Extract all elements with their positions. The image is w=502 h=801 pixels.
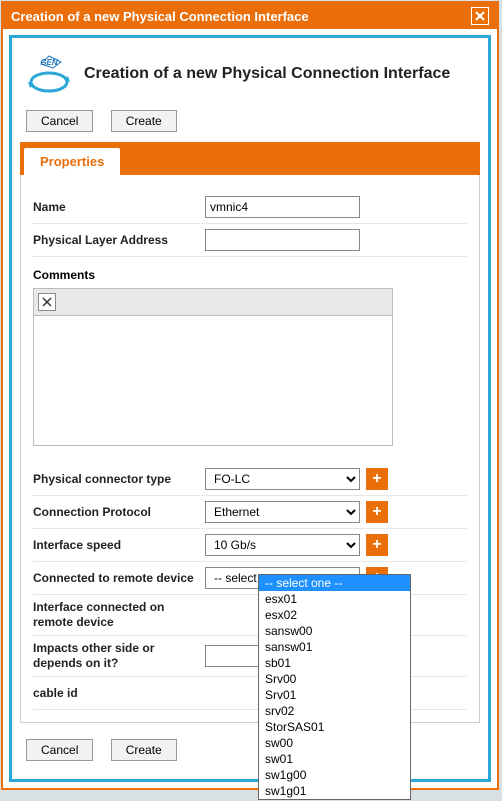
- rte-toolbar: [33, 288, 393, 316]
- row-protocol: Connection Protocol Ethernet +: [33, 496, 467, 529]
- cancel-button[interactable]: Cancel: [26, 110, 93, 132]
- dialog-title-text: Creation of a new Physical Connection In…: [11, 9, 309, 24]
- protocol-add-button[interactable]: +: [366, 501, 388, 523]
- remote-interface-label: Interface connected on remote device: [33, 600, 205, 630]
- dropdown-option[interactable]: sw00: [259, 735, 410, 751]
- dropdown-option[interactable]: srv02: [259, 703, 410, 719]
- page-title: Creation of a new Physical Connection In…: [84, 65, 450, 83]
- remote-device-dropdown[interactable]: -- select one --esx01esx02sansw00sansw01…: [258, 574, 411, 800]
- dropdown-option[interactable]: sb01: [259, 655, 410, 671]
- row-connector: Physical connector type FO-LC +: [33, 463, 467, 496]
- protocol-label: Connection Protocol: [33, 505, 205, 520]
- dropdown-option[interactable]: StorSAS01: [259, 719, 410, 735]
- tab-bar: Properties: [20, 142, 480, 175]
- comments-textarea[interactable]: [33, 316, 393, 446]
- connector-label: Physical connector type: [33, 472, 205, 487]
- button-row-top: Cancel Create: [26, 110, 480, 132]
- dropdown-option[interactable]: esx02: [259, 607, 410, 623]
- protocol-select[interactable]: Ethernet: [205, 501, 360, 523]
- svg-text:GEN: GEN: [40, 58, 58, 67]
- connector-select[interactable]: FO-LC: [205, 468, 360, 490]
- speed-select[interactable]: 10 Gb/s: [205, 534, 360, 556]
- cable-label: cable id: [33, 686, 205, 701]
- header: GEN Creation of a new Physical Connectio…: [26, 54, 476, 94]
- connector-add-button[interactable]: +: [366, 468, 388, 490]
- pla-input[interactable]: [205, 229, 360, 251]
- dialog: Creation of a new Physical Connection In…: [1, 1, 499, 790]
- dialog-titlebar: Creation of a new Physical Connection In…: [3, 3, 497, 29]
- dropdown-option[interactable]: sw1g01: [259, 783, 410, 799]
- name-label: Name: [33, 200, 205, 215]
- close-icon[interactable]: [471, 7, 489, 25]
- button-row-bottom: Cancel Create: [26, 739, 480, 761]
- speed-label: Interface speed: [33, 538, 205, 553]
- remote-device-label: Connected to remote device: [33, 571, 205, 586]
- row-pla: Physical Layer Address: [33, 224, 467, 257]
- row-speed: Interface speed 10 Gb/s +: [33, 529, 467, 562]
- dropdown-option[interactable]: -- select one --: [259, 575, 410, 591]
- dropdown-option[interactable]: sw1g00: [259, 767, 410, 783]
- row-name: Name: [33, 191, 467, 224]
- dialog-body: GEN Creation of a new Physical Connectio…: [3, 29, 497, 788]
- pla-label: Physical Layer Address: [33, 233, 205, 248]
- row-comments: Comments: [33, 257, 467, 451]
- cancel-button-bottom[interactable]: Cancel: [26, 739, 93, 761]
- dropdown-option[interactable]: sansw01: [259, 639, 410, 655]
- dropdown-option[interactable]: sansw00: [259, 623, 410, 639]
- name-input[interactable]: [205, 196, 360, 218]
- speed-add-button[interactable]: +: [366, 534, 388, 556]
- impacts-label: Impacts other side or depends on it?: [33, 641, 205, 671]
- dropdown-option[interactable]: Srv00: [259, 671, 410, 687]
- create-button-bottom[interactable]: Create: [111, 739, 177, 761]
- tab-properties[interactable]: Properties: [24, 148, 120, 175]
- inner-panel: GEN Creation of a new Physical Connectio…: [9, 35, 491, 782]
- rte-clear-icon[interactable]: [38, 293, 56, 311]
- create-button[interactable]: Create: [111, 110, 177, 132]
- comments-label: Comments: [33, 268, 467, 282]
- dropdown-option[interactable]: Srv01: [259, 687, 410, 703]
- tab-content: Name Physical Layer Address Comments: [20, 175, 480, 723]
- dropdown-option[interactable]: esx01: [259, 591, 410, 607]
- gen-icon: GEN: [26, 54, 72, 94]
- dropdown-option[interactable]: sw01: [259, 751, 410, 767]
